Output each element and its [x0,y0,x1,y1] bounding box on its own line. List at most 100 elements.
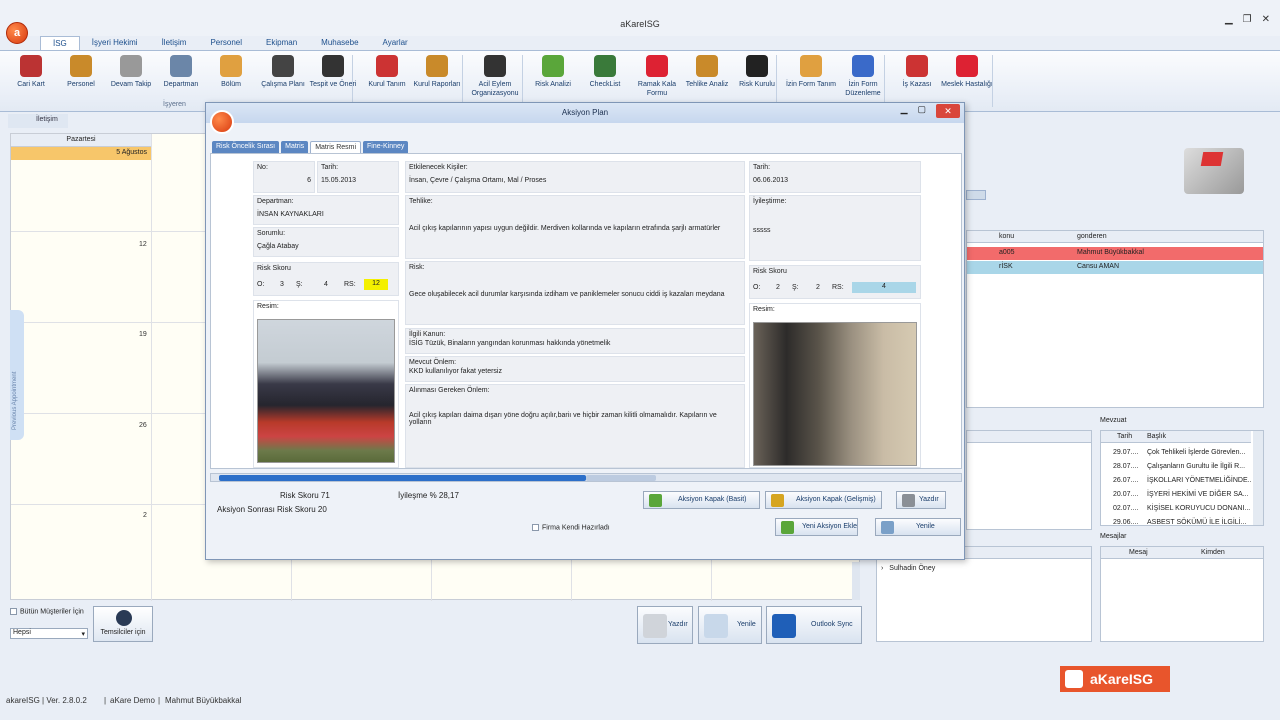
scrollbar-thumb[interactable] [586,475,656,481]
dialog-tab[interactable]: Matris [281,141,309,153]
side-input[interactable] [966,190,986,200]
required-measure-field[interactable]: Alınması Gereken Önlem: Acil çıkış kapıl… [405,384,745,468]
tree-item[interactable]: › Sulhadin Öney [881,563,1081,576]
department-field[interactable]: Departman: İNSAN KAYNAKLARI [253,195,399,225]
new-action-button[interactable]: Yeni Aksiyon Ekle [775,518,858,536]
ribbon-tab[interactable]: İletişim [150,36,199,50]
ribbon-button[interactable]: İzin Form Düzenleme [836,55,890,98]
org-chart-icon [376,55,398,77]
representatives-button[interactable]: Temsilciler için [93,606,153,642]
ribbon-button[interactable]: Bölüm [204,55,258,89]
dialog-tab[interactable]: Matris Resmi [310,141,362,153]
horizontal-scrollbar[interactable] [210,473,962,482]
ribbon-button[interactable]: Cari Kart [4,55,58,89]
ribbon-tab[interactable]: Muhasebe [309,36,370,50]
accident-photo[interactable] [257,319,395,463]
action-cover-advanced-button[interactable]: Aksiyon Kapak (Gelişmiş) [765,491,882,509]
all-customers-checkbox[interactable] [10,608,17,615]
outlook-sync-button[interactable]: Outlook Sync [766,606,862,644]
grid-header: Mesaj Kimden [1101,547,1263,559]
minimize-icon[interactable]: ▁ [901,104,908,118]
calendar-scrollbar[interactable] [852,562,860,600]
people-icon [746,55,768,77]
calendar-tab[interactable]: İletişim [8,114,68,128]
previous-appointment-tab[interactable]: Previous Appointment [10,310,24,440]
result-photo[interactable] [753,322,917,466]
responsible-field[interactable]: Sorumlu: Çağla Atabay [253,227,399,257]
ribbon-button[interactable]: Ramak Kala Formu [630,55,684,98]
window-controls: ▁ ❐ ✕ [1225,14,1270,25]
person-icon [852,55,874,77]
risk-score-box: Risk Skoru O: 3 Ş: 4 RS: 12 [253,262,399,296]
ribbon-tab[interactable]: Ekipman [254,36,309,50]
close-icon[interactable]: ✕ [936,104,960,118]
ribbon-button[interactable]: Kurul Tanım [360,55,414,89]
grid-header: Tarih Başlık [1101,431,1251,443]
ribbon-button[interactable]: Departman [154,55,208,89]
ribbon-button[interactable]: CheckList [578,55,632,89]
person-icon [20,55,42,77]
table-row[interactable]: 02.07.... KİŞİSEL KORUYUCU DONANI... [1101,503,1251,516]
dialog-title-bar: Aksiyon Plan [206,103,964,123]
maximize-icon[interactable]: ❐ [1243,14,1252,25]
ribbon-button[interactable]: Risk Analizi [526,55,580,89]
table-row[interactable]: 20.07.... İŞYERİ HEKİMİ VE DİĞER SA... [1101,489,1251,502]
action-cover-basic-button[interactable]: Aksiyon Kapak (Basit) [643,491,760,509]
s-label: Ş: [792,284,799,291]
mevzuat-grid[interactable]: Tarih Başlık 29.07.... Çok Tehlikeli İşle… [1100,430,1264,526]
col-mesaj: Mesaj [1129,549,1148,556]
app-logo-icon[interactable]: a [6,22,28,44]
table-row[interactable]: 29.07.... Çok Tehlikeli İşlerde Görevlen.… [1101,447,1251,460]
side-list-panel[interactable] [966,430,1092,530]
ribbon-button[interactable]: Personel [54,55,108,89]
no-field[interactable]: No: 6 [253,161,315,193]
print-label: Yazdır [668,621,688,628]
improvement-field[interactable]: İyileştirme: sssss [749,195,921,261]
risk-field[interactable]: Risk: Gece oluşabilecek acil durumlar ka… [405,261,745,325]
table-row[interactable]: 26.07.... İŞKOLLARI YÖNETMELİĞİNDE... [1101,475,1251,488]
ribbon-button[interactable]: Meslek Hastalığı [940,55,994,89]
hazard-field[interactable]: Tehlike: Acil çıkış kapılarının yapısı u… [405,195,745,259]
messages-grid[interactable]: konu gonderen a005 Mahmut Büyükbakkal rİ… [966,230,1264,408]
dialog-title: Aksiyon Plan [561,108,609,117]
dialog-print-button[interactable]: Yazdır [896,491,946,509]
print-button[interactable]: Yazdır [637,606,693,644]
firm-prepared-option[interactable]: Firma Kendi Hazırladı [532,524,610,531]
maximize-icon[interactable]: ▢ [917,104,926,118]
mevzuat-scrollbar[interactable] [1253,431,1263,525]
dialog-refresh-button[interactable]: Yenile [875,518,961,536]
law-field[interactable]: İlgili Kanun: İSİG Tüzük, Binaların yang… [405,328,745,354]
ribbon-tab[interactable]: İSG [40,36,80,50]
all-customers-label: Bütün Müşteriler İçin [20,608,84,616]
table-row[interactable]: 29.06.... ASBEST SÖKÜMÜ İLE İLGİLİ... [1101,517,1251,530]
result-date-field[interactable]: Tarih: 06.06.2013 [749,161,921,193]
refresh-button[interactable]: Yenile [698,606,762,644]
minimize-icon[interactable]: ▁ [1225,14,1233,25]
dialog-tab[interactable]: Risk Öncelik Sırası [212,141,280,153]
ribbon-tab[interactable]: İşyeri Hekimi [80,36,150,50]
dialog-tab[interactable]: Fine-Kinney [363,141,409,153]
dialog-logo-icon [210,110,234,134]
ribbon-button[interactable]: Kurul Raporları [410,55,464,89]
ribbon-button[interactable]: İş Kazası [890,55,944,89]
table-row[interactable]: 28.07.... Çalışanların Gurultu ile İlgili… [1101,461,1251,474]
ribbon-tab[interactable]: Personel [198,36,254,50]
mesajlar-grid[interactable]: Mesaj Kimden [1100,546,1264,642]
firm-prepared-checkbox[interactable] [532,524,539,531]
current-measure-label: Mevcut Önlem: [409,359,457,366]
close-icon[interactable]: ✕ [1262,14,1270,25]
table-row[interactable]: a005 Mahmut Büyükbakkal [967,247,1263,260]
ribbon-button[interactable]: Acil Eylem Organizasyonu [468,55,522,98]
date-field[interactable]: Tarih: 15.05.2013 [317,161,399,193]
ribbon-tab[interactable]: Ayarlar [371,36,420,50]
affected-people-field[interactable]: Etkilenecek Kişiler: İnsan, Çevre / Çalı… [405,161,745,193]
current-measure-field[interactable]: Mevcut Önlem: KKD kullanılıyor fakat yet… [405,356,745,382]
ribbon-button[interactable]: Tehlike Analiz [680,55,734,89]
ribbon-button[interactable]: Devam Takip [104,55,158,89]
table-row[interactable]: rİSK Cansu AMAN [967,261,1263,274]
filter-dropdown[interactable]: Hepsi ▾ [10,628,88,639]
tree-panel[interactable]: › Sulhadin Öney [876,546,1092,642]
ribbon-button[interactable]: Çalışma Planı [256,55,310,89]
ribbon-button[interactable]: İzin Form Tanım [784,55,838,89]
ribbon-button-label: Cari Kart [17,81,45,88]
